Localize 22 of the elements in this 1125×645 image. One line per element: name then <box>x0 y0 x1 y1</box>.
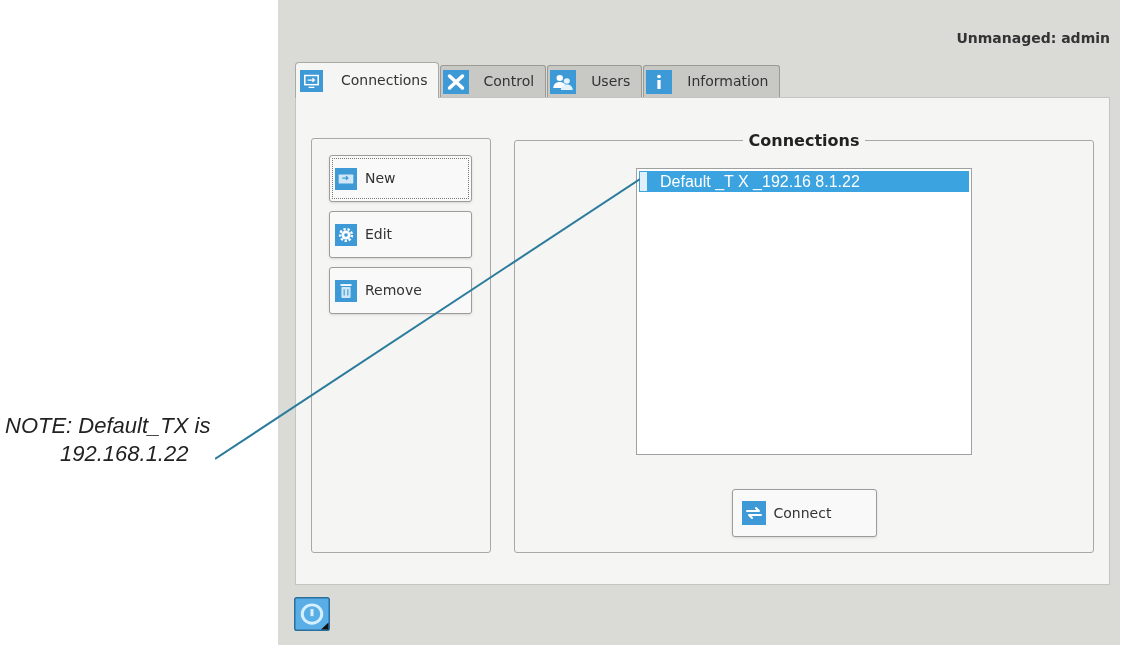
info-icon <box>646 69 673 94</box>
tab[interactable]: Users <box>547 65 643 97</box>
power-icon <box>294 597 330 631</box>
tab[interactable]: Control <box>439 65 547 97</box>
action-button[interactable]: Remove <box>329 267 472 314</box>
swap-arrows-icon <box>741 501 766 525</box>
power-button[interactable] <box>294 597 330 631</box>
connect-button[interactable]: Connect <box>731 489 877 537</box>
screen-icon <box>335 167 357 190</box>
monitor-icon <box>300 69 323 92</box>
tools-icon <box>442 69 469 94</box>
user-status: Unmanaged: admin <box>956 29 1110 48</box>
action-button[interactable]: Edit <box>329 211 472 258</box>
group-title: Connections <box>747 131 861 150</box>
focus-marker-icon <box>640 172 647 191</box>
gear-icon <box>335 223 357 246</box>
trash-icon <box>335 279 357 302</box>
tab[interactable]: Connections <box>295 62 439 98</box>
users-icon <box>550 69 577 94</box>
tab[interactable]: Information <box>643 65 781 97</box>
note-text: NOTE: Default_TX is 192.168.1.22 <box>5 412 212 468</box>
action-button[interactable]: New <box>329 155 472 202</box>
